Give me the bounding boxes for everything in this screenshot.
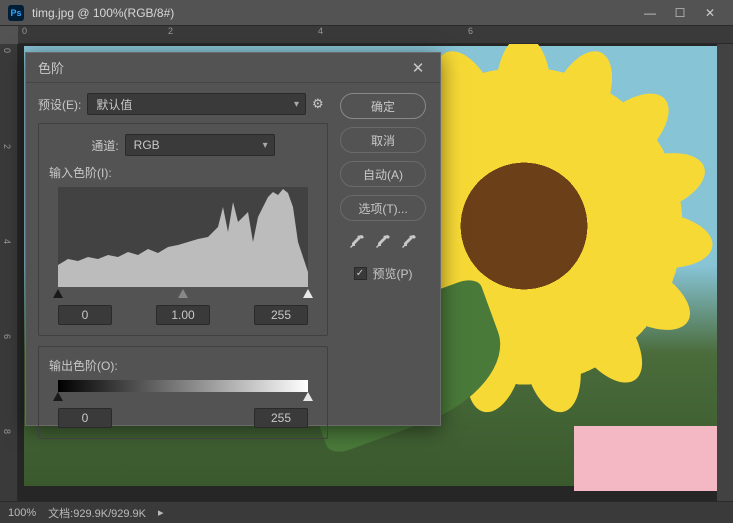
- mid-point-slider[interactable]: [178, 289, 188, 298]
- eyedropper-group: [348, 233, 418, 251]
- watermark: [574, 426, 724, 491]
- white-point-slider[interactable]: [303, 289, 313, 298]
- input-black-field[interactable]: 0: [58, 305, 112, 325]
- dialog-close-button[interactable]: ✕: [408, 58, 428, 78]
- channel-label: 通道:: [91, 137, 118, 154]
- output-black-slider[interactable]: [53, 392, 63, 401]
- input-levels-label: 输入色阶(I):: [49, 164, 317, 181]
- doc-size: 文档:929.9K/929.9K: [48, 505, 146, 521]
- close-button[interactable]: ✕: [695, 3, 725, 23]
- options-button[interactable]: 选项(T)...: [340, 195, 426, 221]
- vertical-scrollbar[interactable]: [717, 44, 733, 501]
- preset-label: 预设(E):: [38, 96, 81, 113]
- black-point-slider[interactable]: [53, 289, 63, 298]
- app-titlebar: Ps timg.jpg @ 100%(RGB/8#) — ☐ ✕: [0, 0, 733, 26]
- ps-logo-icon: Ps: [8, 5, 24, 21]
- output-white-field[interactable]: 255: [254, 408, 308, 428]
- preset-dropdown[interactable]: 默认值: [87, 93, 306, 115]
- output-black-field[interactable]: 0: [58, 408, 112, 428]
- output-white-slider[interactable]: [303, 392, 313, 401]
- preview-checkbox[interactable]: ✓: [354, 267, 367, 280]
- minimize-button[interactable]: —: [635, 3, 665, 23]
- auto-button[interactable]: 自动(A): [340, 161, 426, 187]
- document-title: timg.jpg @ 100%(RGB/8#): [32, 6, 635, 20]
- output-slider[interactable]: [58, 394, 308, 404]
- dialog-titlebar[interactable]: 色阶 ✕: [26, 53, 440, 83]
- output-gradient: [58, 380, 308, 392]
- status-arrow-icon[interactable]: ▸: [158, 506, 164, 519]
- horizontal-ruler: 0 2 4 6: [18, 26, 733, 44]
- input-slider[interactable]: [58, 291, 308, 301]
- levels-dialog: 色阶 ✕ 预设(E): 默认值 ⚙ 通道: RGB 输入色阶(I):: [25, 52, 441, 426]
- cancel-button[interactable]: 取消: [340, 127, 426, 153]
- preview-label: 预览(P): [373, 265, 413, 282]
- status-bar: 100% 文档:929.9K/929.9K ▸: [0, 501, 733, 523]
- black-eyedropper-icon[interactable]: [348, 233, 366, 251]
- channel-dropdown[interactable]: RGB: [125, 134, 275, 156]
- zoom-level[interactable]: 100%: [8, 507, 36, 519]
- white-eyedropper-icon[interactable]: [400, 233, 418, 251]
- preset-menu-icon[interactable]: ⚙: [312, 96, 328, 112]
- histogram: [58, 187, 308, 287]
- maximize-button[interactable]: ☐: [665, 3, 695, 23]
- window-controls: — ☐ ✕: [635, 3, 725, 23]
- output-levels-panel: 输出色阶(O): 0 255: [38, 346, 328, 439]
- gray-eyedropper-icon[interactable]: [374, 233, 392, 251]
- ok-button[interactable]: 确定: [340, 93, 426, 119]
- input-mid-field[interactable]: 1.00: [156, 305, 210, 325]
- dialog-title: 色阶: [38, 58, 408, 77]
- vertical-ruler: 0 2 4 6 8: [0, 44, 18, 501]
- input-white-field[interactable]: 255: [254, 305, 308, 325]
- output-levels-label: 输出色阶(O):: [49, 357, 317, 374]
- input-levels-panel: 通道: RGB 输入色阶(I): 0 1.00 255: [38, 123, 328, 336]
